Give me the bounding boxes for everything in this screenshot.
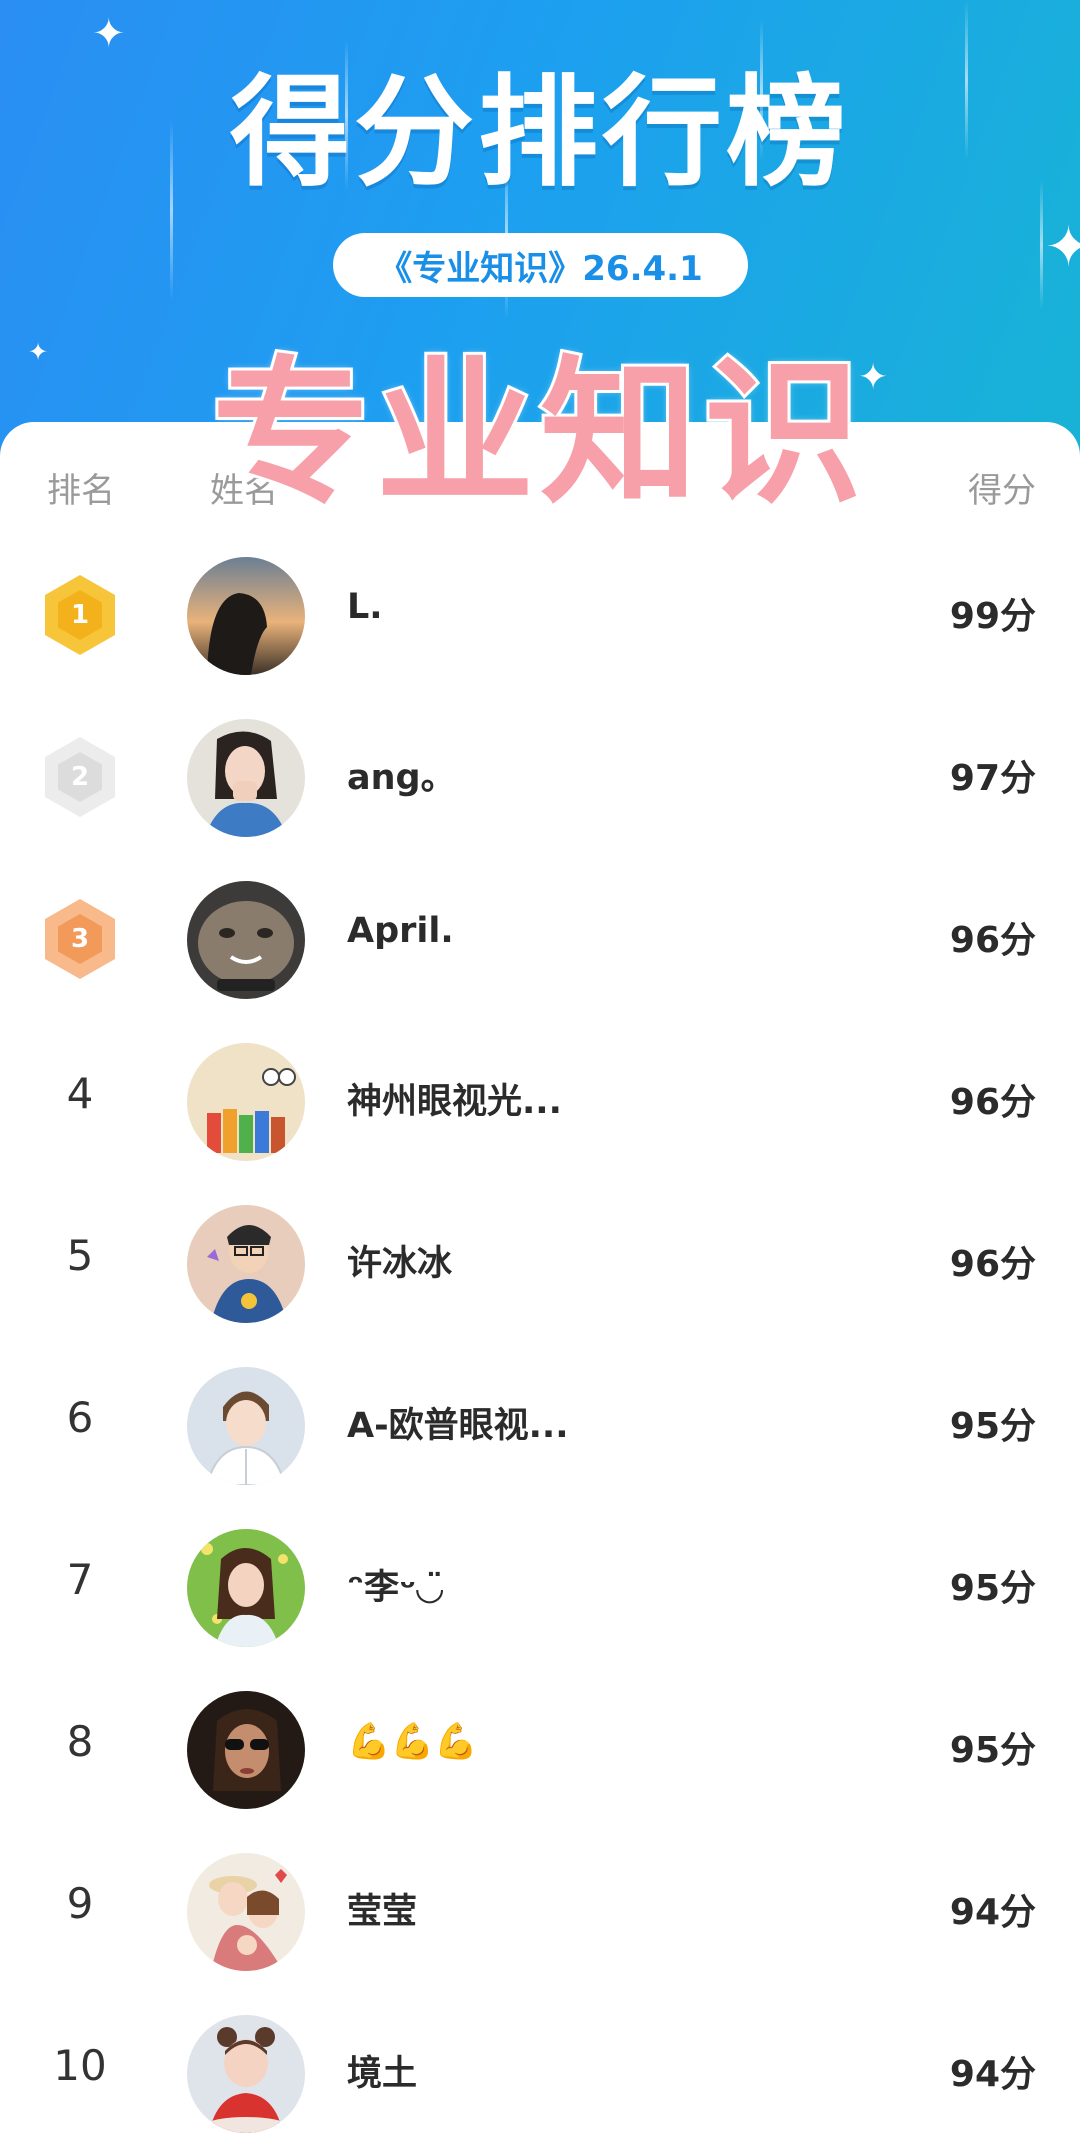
leaderboard-row[interactable]: 10 境土 94分 [0,1993,1080,2155]
player-score: 95分 [949,1568,1036,1609]
avatar[interactable] [187,881,305,999]
rank-number: 7 [66,1555,94,1604]
player-name: L. [347,587,383,627]
avatar[interactable] [187,1691,305,1809]
player-name: 神州眼视光... [347,1082,562,1122]
rank-number: 6 [66,1393,94,1442]
avatar[interactable] [187,557,305,675]
avatar[interactable] [187,1043,305,1161]
rank-number: 8 [66,1717,94,1766]
player-name: ᵔ李ᵕ◡̈ [347,1568,444,1608]
rank-number: 9 [66,1879,94,1928]
player-score: 96分 [949,1244,1036,1285]
player-name: 境土 [347,2054,418,2094]
rank-number: 4 [66,1069,94,1118]
player-name: April. [347,911,454,951]
leaderboard-row[interactable]: 2 ang。 97分 [0,697,1080,859]
leaderboard-row[interactable]: 3 April. 96分 [0,859,1080,1021]
gold-medal-icon: 1 [45,575,115,655]
player-score: 96分 [949,920,1036,961]
rank-number: 5 [66,1231,94,1280]
leaderboard-row[interactable]: 8 💪💪💪 95分 [0,1669,1080,1831]
avatar[interactable] [187,719,305,837]
player-score: 94分 [949,1892,1036,1933]
rank-number: 10 [53,2041,107,2090]
avatar[interactable] [187,1367,305,1485]
leaderboard-row[interactable]: 6 A-欧普眼视... 95分 [0,1345,1080,1507]
silver-medal-icon: 2 [45,737,115,817]
player-score: 96分 [949,1082,1036,1123]
leaderboard-row[interactable]: 4 神州眼视光... 96分 [0,1021,1080,1183]
player-name: 莹莹 [347,1892,418,1932]
leaderboard-row[interactable]: 1 L. 99分 [0,535,1080,697]
leaderboard-row[interactable]: 9 莹莹 94分 [0,1831,1080,1993]
avatar[interactable] [187,1205,305,1323]
player-score: 99分 [949,596,1036,637]
player-score: 95分 [949,1406,1036,1447]
avatar[interactable] [187,1853,305,1971]
leaderboard-row[interactable]: 5 许冰冰 96分 [0,1183,1080,1345]
sparkle-icon: ✦ [1045,215,1080,280]
player-score: 94分 [949,2054,1036,2095]
leaderboard-row[interactable]: 7 ᵔ李ᵕ◡̈ 95分 [0,1507,1080,1669]
player-name: 💪💪💪 [347,1722,478,1762]
player-score: 97分 [949,758,1036,799]
avatar[interactable] [187,1529,305,1647]
avatar[interactable] [187,2015,305,2133]
player-score: 95分 [949,1730,1036,1771]
bronze-medal-icon: 3 [45,899,115,979]
quiz-name-pill: 《专业知识》26.4.1 [333,233,748,297]
page-title: 得分排行榜 [230,64,850,203]
overlay-title: 专业知识 [209,339,868,529]
player-name: A-欧普眼视... [347,1406,569,1446]
player-name: ang。 [347,758,456,798]
player-name: 许冰冰 [347,1244,453,1284]
